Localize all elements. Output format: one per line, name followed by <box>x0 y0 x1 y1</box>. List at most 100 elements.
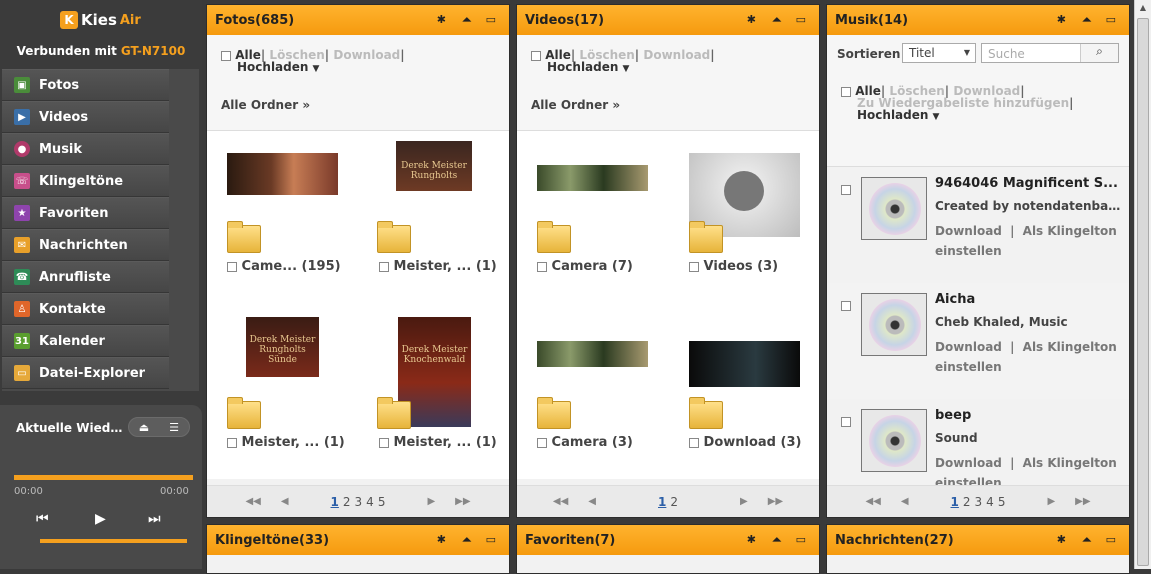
page-link[interactable]: 1 <box>658 495 666 509</box>
folder-checkbox[interactable] <box>227 261 237 272</box>
page-scrollbar[interactable]: ▲ <box>1134 0 1151 569</box>
gear-icon[interactable]: ✱ <box>747 13 756 26</box>
sidebar-item-datei-explorer[interactable]: ▭ Datei-Explorer <box>2 357 169 389</box>
download-link[interactable]: Download <box>643 48 710 62</box>
progress-bar[interactable] <box>14 475 193 480</box>
folder-item[interactable]: Came... (195) <box>227 259 341 274</box>
next-page-icon[interactable]: ▶ <box>1047 496 1055 507</box>
maximize-icon[interactable]: ▭ <box>1106 533 1116 546</box>
folder-checkbox[interactable] <box>537 437 547 448</box>
video-thumbnail[interactable] <box>537 165 648 191</box>
folder-checkbox[interactable] <box>689 261 699 272</box>
sidebar-item-kontakte[interactable]: ♙ Kontakte <box>2 293 169 325</box>
next-page-icon[interactable]: ▶ <box>740 496 748 507</box>
video-thumbnail[interactable] <box>689 341 800 387</box>
maximize-icon[interactable]: ▭ <box>796 533 806 546</box>
page-link[interactable]: 2 <box>343 495 351 509</box>
gear-icon[interactable]: ✱ <box>437 13 446 26</box>
prev-page-icon[interactable]: ◀ <box>901 496 909 507</box>
select-all-checkbox[interactable] <box>841 86 851 97</box>
page-link[interactable]: 5 <box>378 495 386 509</box>
prev-page-icon[interactable]: ◀ <box>588 496 596 507</box>
search-input[interactable]: Suche <box>988 47 1025 61</box>
download-link[interactable]: Download <box>935 340 1002 354</box>
collapse-icon[interactable]: ⏶ <box>462 13 471 27</box>
select-all-checkbox[interactable] <box>221 50 231 61</box>
folder-item[interactable]: Meister, ... (1) <box>227 435 345 450</box>
sidebar-item-kalender[interactable]: 31 Kalender <box>2 325 169 357</box>
collapse-icon[interactable]: ⏶ <box>462 533 471 547</box>
music-item[interactable]: Aicha Cheb Khaled, Music Download | Als … <box>827 283 1129 399</box>
scroll-up-icon[interactable]: ▲ <box>1135 0 1151 16</box>
music-checkbox[interactable] <box>841 185 851 195</box>
sidebar-item-anrufliste[interactable]: ☎ Anrufliste <box>2 261 169 293</box>
select-all-checkbox[interactable] <box>531 50 541 61</box>
folder-checkbox[interactable] <box>379 437 389 448</box>
page-link[interactable]: 5 <box>998 495 1006 509</box>
folder-checkbox[interactable] <box>537 261 547 272</box>
gear-icon[interactable]: ✱ <box>747 533 756 546</box>
download-link[interactable]: Download <box>333 48 400 62</box>
maximize-icon[interactable]: ▭ <box>796 13 806 26</box>
sidebar-item-favoriten[interactable]: ★ Favoriten <box>2 197 169 229</box>
photo-thumbnail[interactable] <box>227 153 338 195</box>
gear-icon[interactable]: ✱ <box>1057 13 1066 26</box>
upload-dropdown[interactable]: Hochladen <box>857 108 928 122</box>
maximize-icon[interactable]: ▭ <box>486 13 496 26</box>
page-link[interactable]: 1 <box>331 495 339 509</box>
download-link[interactable]: Download <box>935 456 1002 470</box>
book-thumbnail[interactable]: Derek Meister Rungholts <box>396 141 472 191</box>
collapse-icon[interactable]: ⏶ <box>1082 533 1091 547</box>
collapse-icon[interactable]: ⏶ <box>1082 13 1091 27</box>
eject-icon[interactable]: ⏏ <box>129 418 159 436</box>
search-icon[interactable]: ⌕ <box>1080 44 1118 62</box>
folder-item[interactable]: Videos (3) <box>689 259 778 274</box>
sidebar-item-musik[interactable]: ● Musik <box>2 133 169 165</box>
scrollbar-thumb[interactable] <box>1137 18 1149 566</box>
folder-checkbox[interactable] <box>689 437 699 448</box>
collapse-icon[interactable]: ⏶ <box>772 13 781 27</box>
volume-slider[interactable] <box>40 539 187 543</box>
folder-item[interactable]: Download (3) <box>689 435 801 450</box>
search-box[interactable]: Suche ⌕ <box>981 43 1119 63</box>
page-link[interactable]: 3 <box>975 495 983 509</box>
folder-item[interactable]: Meister, ... (1) <box>379 259 497 274</box>
last-page-icon[interactable]: ▶▶ <box>768 496 783 507</box>
sort-select[interactable]: Titel ▼ <box>902 43 976 63</box>
page-link[interactable]: 1 <box>951 495 959 509</box>
first-page-icon[interactable]: ◀◀ <box>553 496 568 507</box>
folder-item[interactable]: Meister, ... (1) <box>379 435 497 450</box>
page-link[interactable]: 4 <box>366 495 374 509</box>
previous-icon[interactable]: ⏮ <box>36 511 49 527</box>
maximize-icon[interactable]: ▭ <box>486 533 496 546</box>
collapse-icon[interactable]: ⏶ <box>772 533 781 547</box>
page-link[interactable]: 4 <box>986 495 994 509</box>
first-page-icon[interactable]: ◀◀ <box>245 496 260 507</box>
music-item[interactable]: 9464046 Magnificent S... Created by note… <box>827 167 1129 283</box>
last-page-icon[interactable]: ▶▶ <box>455 496 470 507</box>
upload-dropdown[interactable]: Hochladen <box>237 60 308 74</box>
next-page-icon[interactable]: ▶ <box>427 496 435 507</box>
last-page-icon[interactable]: ▶▶ <box>1075 496 1090 507</box>
maximize-icon[interactable]: ▭ <box>1106 13 1116 26</box>
gear-icon[interactable]: ✱ <box>1057 533 1066 546</box>
download-link[interactable]: Download <box>935 224 1002 238</box>
play-icon[interactable]: ▶ <box>95 511 106 527</box>
page-link[interactable]: 3 <box>355 495 363 509</box>
page-link[interactable]: 2 <box>963 495 971 509</box>
gear-icon[interactable]: ✱ <box>437 533 446 546</box>
sidebar-item-klingeltoene[interactable]: ☏ Klingeltöne <box>2 165 169 197</box>
folder-item[interactable]: Camera (7) <box>537 259 633 274</box>
music-checkbox[interactable] <box>841 301 851 311</box>
sidebar-item-fotos[interactable]: ▣ Fotos <box>2 69 169 101</box>
all-folders-link[interactable]: Alle Ordner » <box>221 98 310 112</box>
next-icon[interactable]: ⏭ <box>148 511 161 527</box>
music-checkbox[interactable] <box>841 417 851 427</box>
prev-page-icon[interactable]: ◀ <box>281 496 289 507</box>
sidebar-item-videos[interactable]: ▶ Videos <box>2 101 169 133</box>
book-thumbnail[interactable]: Derek Meister Rungholts Sünde <box>246 317 319 377</box>
video-thumbnail[interactable] <box>537 341 648 367</box>
first-page-icon[interactable]: ◀◀ <box>865 496 880 507</box>
page-link[interactable]: 2 <box>670 495 678 509</box>
upload-dropdown[interactable]: Hochladen <box>547 60 618 74</box>
